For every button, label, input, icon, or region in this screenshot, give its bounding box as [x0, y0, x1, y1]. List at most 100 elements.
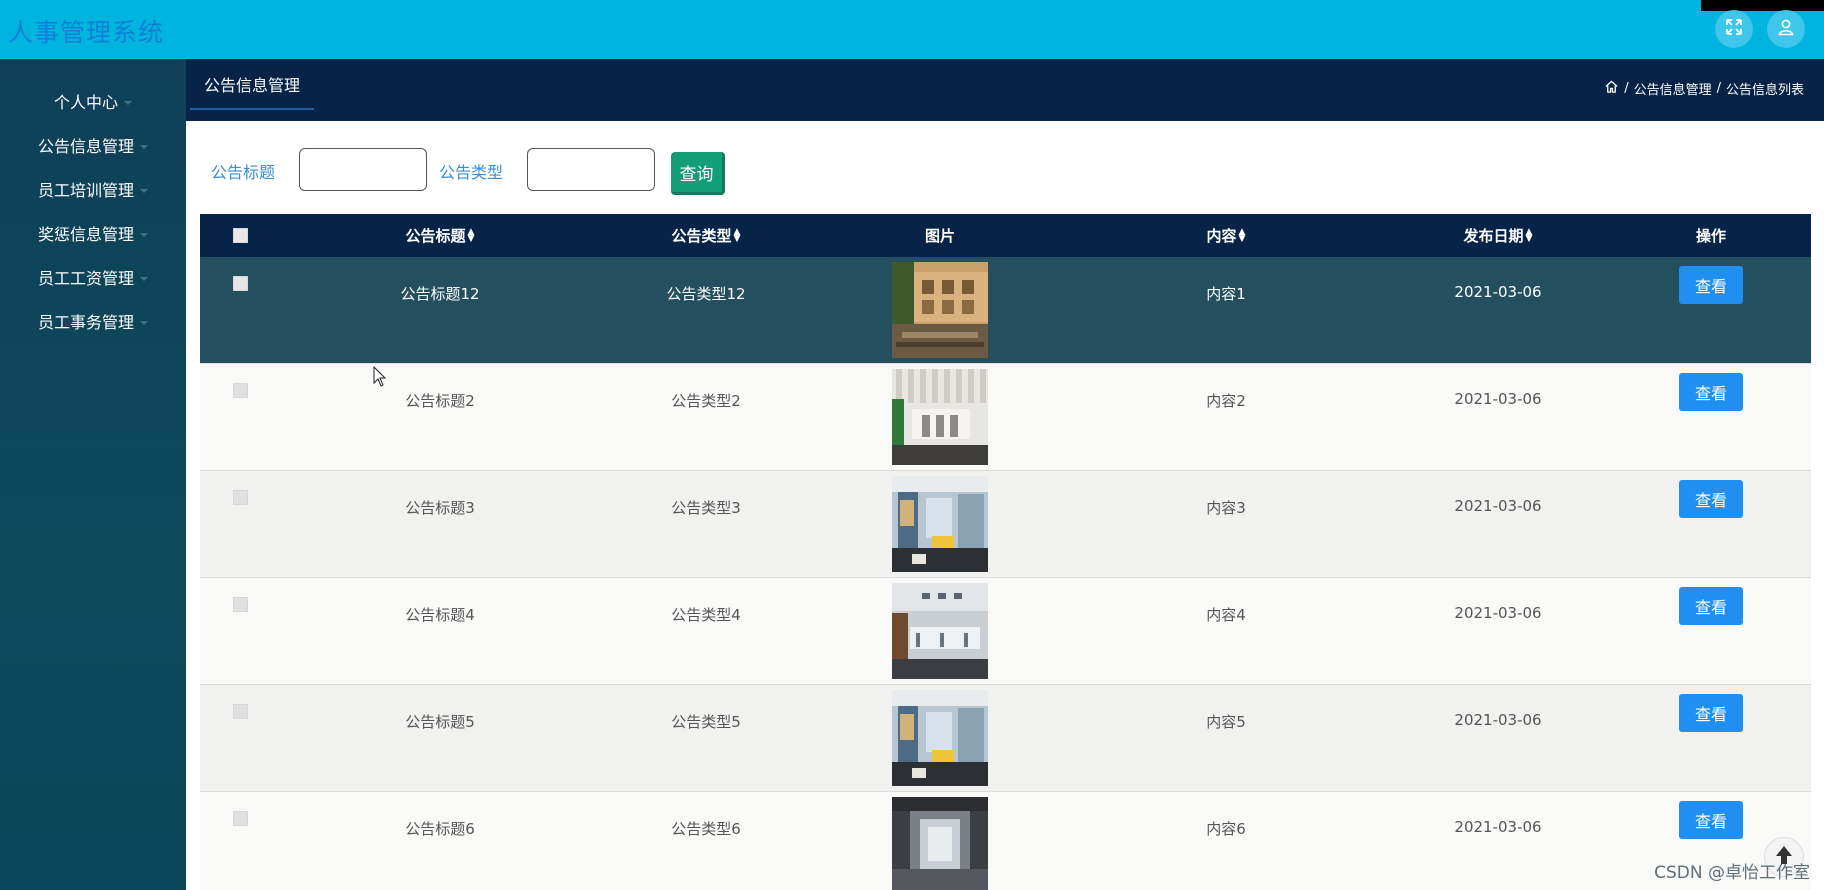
notice-image [892, 583, 988, 679]
cell-date: 2021-03-06 [1454, 604, 1542, 622]
tab-notice-management[interactable]: 公告信息管理 [190, 59, 315, 110]
fullscreen-button[interactable] [1715, 10, 1753, 48]
cell-title: 公告标题12 [400, 285, 480, 303]
cell-type: 公告类型4 [671, 606, 741, 624]
fullscreen-icon [1725, 18, 1743, 40]
sidebar-item-affairs[interactable]: 员工事务管理 [0, 306, 186, 336]
query-button[interactable]: 查询 [671, 152, 725, 195]
sidebar-item-notices[interactable]: 公告信息管理 [0, 130, 186, 160]
notice-image [892, 690, 988, 786]
column-header-label: 公告类型 [671, 227, 732, 245]
user-menu-button[interactable] [1767, 10, 1805, 48]
view-button[interactable]: 查看 [1679, 480, 1743, 518]
watermark: CSDN @卓怡工作室 [1654, 863, 1810, 883]
cell-type: 公告类型5 [671, 713, 741, 731]
cell-title: 公告标题2 [405, 392, 475, 410]
sidebar-item-profile[interactable]: 个人中心 [0, 86, 186, 116]
sort-icon[interactable]: ▲ ▼ [468, 227, 475, 243]
row-checkbox[interactable] [233, 597, 248, 612]
sidebar: 个人中心 公告信息管理 员工培训管理 奖惩信息管理 员工工资管理 员工事务管理 [0, 59, 186, 890]
cell-title: 公告标题4 [405, 606, 475, 624]
row-checkbox[interactable] [233, 383, 248, 398]
view-button[interactable]: 查看 [1679, 373, 1743, 411]
sidebar-item-label: 员工事务管理 [37, 313, 134, 332]
cell-date: 2021-03-06 [1454, 711, 1542, 729]
cell-content: 内容5 [1206, 713, 1246, 731]
view-button[interactable]: 查看 [1679, 801, 1743, 839]
column-header-label: 内容 [1206, 227, 1237, 245]
search-type-label: 公告类型 [439, 163, 504, 182]
sidebar-item-label: 员工工资管理 [37, 269, 134, 288]
cell-date: 2021-03-06 [1454, 818, 1542, 836]
column-header-title[interactable]: 公告标题 ▲ ▼ [406, 214, 475, 257]
search-title-input[interactable] [299, 148, 427, 191]
chevron-down-icon [140, 232, 148, 237]
view-button[interactable]: 查看 [1679, 587, 1743, 625]
sidebar-item-label: 公告信息管理 [37, 137, 134, 156]
cell-title: 公告标题6 [405, 820, 475, 838]
cell-type: 公告类型2 [671, 392, 741, 410]
cell-date: 2021-03-06 [1454, 283, 1542, 301]
top-header: 人事管理系统 [0, 0, 1824, 59]
view-button[interactable]: 查看 [1679, 694, 1743, 732]
home-icon[interactable] [1604, 79, 1619, 98]
column-header-type[interactable]: 公告类型 ▲ ▼ [672, 214, 741, 257]
view-button[interactable]: 查看 [1679, 266, 1743, 304]
cell-type: 公告类型12 [666, 285, 746, 303]
breadcrumb-item[interactable]: 公告信息管理 [1634, 79, 1712, 98]
column-header-image: 图片 [925, 214, 955, 257]
column-header-label: 图片 [924, 227, 956, 245]
cell-title: 公告标题3 [405, 499, 475, 517]
top-right-strip [1701, 0, 1824, 11]
table-row[interactable]: 公告标题2 公告类型2 内容2 2021-03-06 查看 [200, 364, 1811, 471]
table-row[interactable]: 公告标题3 公告类型3 内容3 2021-03-06 查看 [200, 471, 1811, 578]
cell-content: 内容1 [1206, 285, 1246, 303]
chevron-down-icon [140, 276, 148, 281]
table-row[interactable]: 公告标题5 公告类型5 内容5 2021-03-06 查看 [200, 685, 1811, 792]
table-row[interactable]: 公告标题12 公告类型12 内容1 2021-03-06 查看 [200, 257, 1811, 364]
table-header: 公告标题 ▲ ▼ 公告类型 ▲ ▼ 图片 内容 ▲ ▼ 发布日期 ▲ ▼ 操作 [200, 214, 1811, 257]
column-header-label: 公告标题 [405, 227, 466, 245]
column-header-label: 操作 [1695, 227, 1727, 245]
chevron-down-icon [140, 188, 148, 193]
search-type-input[interactable] [527, 148, 655, 191]
cell-content: 内容6 [1206, 820, 1246, 838]
user-icon [1777, 18, 1795, 40]
notice-image [892, 797, 988, 890]
chevron-down-icon [140, 144, 148, 149]
breadcrumb-item: 公告信息列表 [1725, 83, 1804, 98]
notice-image [892, 262, 988, 358]
sidebar-item-training[interactable]: 员工培训管理 [0, 174, 186, 204]
sort-icon[interactable]: ▲ ▼ [1526, 227, 1533, 243]
content-header: 公告信息管理 / 公告信息管理 / 公告信息列表 [186, 59, 1824, 121]
notice-image [892, 369, 988, 465]
row-checkbox[interactable] [233, 811, 248, 826]
row-checkbox[interactable] [233, 704, 248, 719]
chevron-down-icon [140, 320, 148, 325]
column-header-date[interactable]: 发布日期 ▲ ▼ [1464, 214, 1533, 257]
column-header-content[interactable]: 内容 ▲ ▼ [1207, 214, 1246, 257]
select-all-checkbox[interactable] [233, 228, 248, 243]
table-row[interactable]: 公告标题4 公告类型4 内容4 2021-03-06 查看 [200, 578, 1811, 685]
row-checkbox[interactable] [233, 490, 248, 505]
breadcrumb-separator: / [1716, 81, 1721, 96]
chevron-down-icon [124, 100, 132, 105]
mouse-cursor-icon [373, 365, 387, 388]
cell-type: 公告类型6 [671, 820, 741, 838]
notice-image [892, 476, 988, 572]
cell-type: 公告类型3 [671, 499, 741, 517]
cell-content: 内容2 [1206, 392, 1246, 410]
sidebar-item-rewards[interactable]: 奖惩信息管理 [0, 218, 186, 248]
sidebar-item-label: 员工培训管理 [37, 181, 134, 200]
sort-icon[interactable]: ▲ ▼ [1239, 227, 1246, 243]
breadcrumb: / 公告信息管理 / 公告信息列表 [1604, 79, 1804, 98]
column-header-label: 发布日期 [1463, 227, 1524, 245]
table-row[interactable]: 公告标题6 公告类型6 内容6 2021-03-06 查看 [200, 792, 1811, 890]
sidebar-item-salary[interactable]: 员工工资管理 [0, 262, 186, 292]
cell-title: 公告标题5 [405, 713, 475, 731]
breadcrumb-separator: / [1624, 81, 1629, 96]
cell-content: 内容4 [1206, 606, 1246, 624]
app-title: 人事管理系统 [8, 18, 165, 47]
sort-icon[interactable]: ▲ ▼ [734, 227, 741, 243]
row-checkbox[interactable] [233, 276, 248, 291]
